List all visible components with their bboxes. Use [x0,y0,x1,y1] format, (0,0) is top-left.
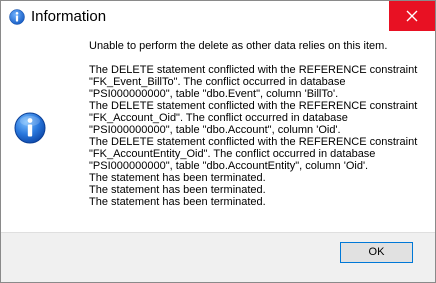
information-dialog: Information Unable to perform the delete… [0,0,436,283]
message-line: "FK_Event_BillTo". The conflict occurred… [89,76,346,88]
message-line: The statement has been terminated. [89,184,266,196]
message-line: "PSI000000000", table "dbo.AccountEntity… [89,160,369,172]
close-icon [406,10,418,22]
message-line: The DELETE statement conflicted with the… [89,136,418,148]
message-line: The statement has been terminated. [89,172,266,184]
message-line: The DELETE statement conflicted with the… [89,64,418,76]
button-bar: OK [1,232,435,282]
info-icon [9,9,25,25]
message-line: "PSI000000000", table "dbo.Account", col… [89,124,341,136]
title-bar[interactable]: Information [1,1,435,32]
dialog-content: Unable to perform the delete as other da… [1,32,435,232]
message-line: The DELETE statement conflicted with the… [89,100,418,112]
message-line: "FK_Account_Oid". The conflict occurred … [89,112,348,124]
window-title: Information [31,8,107,25]
message-line: The statement has been terminated. [89,196,266,208]
message-text: Unable to perform the delete as other da… [89,40,419,208]
message-line: "PSI000000000", table "dbo.Event", colum… [89,88,339,100]
message-line: "FK_AccountEntity_Oid". The conflict occ… [89,148,376,160]
close-button[interactable] [389,1,435,31]
message-intro: Unable to perform the delete as other da… [89,40,388,52]
info-icon [14,112,46,144]
ok-button[interactable]: OK [340,242,413,263]
